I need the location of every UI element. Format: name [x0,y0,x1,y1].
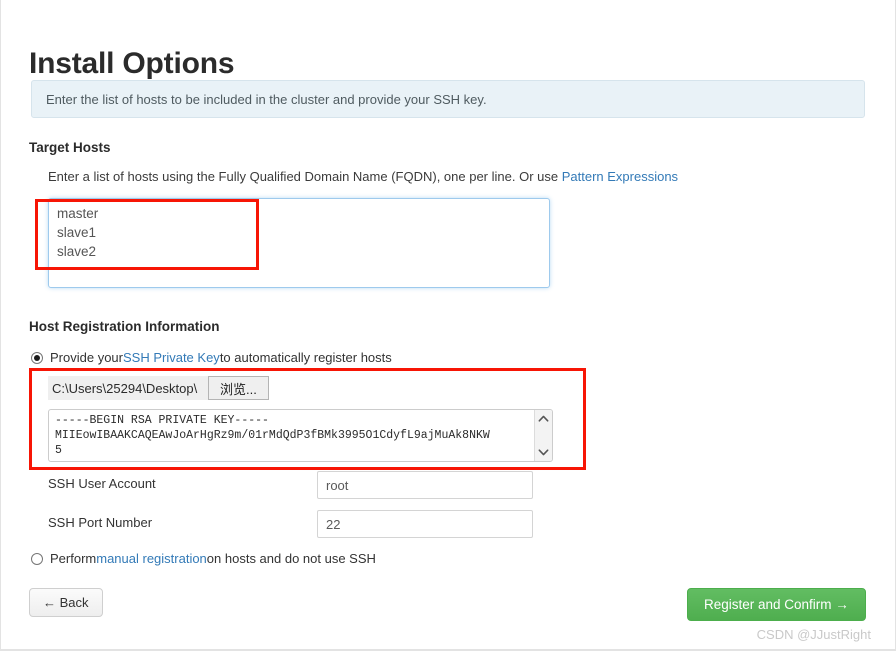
section-heading-host-registration: Host Registration Information [29,319,220,334]
ssh-option-text-after: to automatically register hosts [219,350,392,365]
radio-option-manual-registration[interactable]: Perform manual registration on hosts and… [31,551,376,566]
radio-option-ssh-private-key[interactable]: Provide your SSH Private Key to automati… [31,350,392,365]
page-title: Install Options [29,47,235,81]
install-options-page: Install Options Enter the list of hosts … [0,0,896,651]
manual-option-text-before: Perform [50,551,97,566]
ssh-private-key-link[interactable]: SSH Private Key [123,350,220,365]
footer-divider [1,649,895,650]
ssh-port-number-input[interactable] [317,510,533,538]
info-banner: Enter the list of hosts to be included i… [31,80,865,118]
pattern-expressions-link[interactable]: Pattern Expressions [562,169,678,184]
private-key-scrollbar[interactable] [534,410,552,461]
target-hosts-helper-text: Enter a list of hosts using the Fully Qu… [48,169,678,184]
label-ssh-user-account: SSH User Account [48,476,156,491]
back-button[interactable]: ← Back [29,588,103,617]
chevron-down-icon[interactable] [537,446,550,459]
section-heading-target-hosts: Target Hosts [29,140,111,155]
label-ssh-port-number: SSH Port Number [48,515,153,530]
watermark: CSDN @JJustRight [756,627,871,642]
private-key-input[interactable]: -----BEGIN RSA PRIVATE KEY----- MIIEowIB… [49,410,534,461]
info-banner-text: Enter the list of hosts to be included i… [46,91,487,107]
private-key-textarea-wrapper[interactable]: -----BEGIN RSA PRIVATE KEY----- MIIEowIB… [48,409,553,462]
ssh-user-account-input[interactable] [317,471,533,499]
browse-button[interactable]: 浏览... [208,376,269,400]
radio-manual-registration[interactable] [31,552,43,565]
target-hosts-input[interactable] [48,198,550,288]
radio-ssh-private-key[interactable] [31,351,43,364]
manual-option-text-after: on hosts and do not use SSH [206,551,376,566]
ssh-option-text-before: Provide your [50,350,123,365]
register-and-confirm-button[interactable]: Register and Confirm → [687,588,866,621]
private-key-file-chooser[interactable]: C:\Users\25294\Desktop\ 浏览... [48,376,269,400]
chevron-up-icon[interactable] [537,412,550,425]
helper-text-body: Enter a list of hosts using the Fully Qu… [48,169,562,184]
manual-registration-link[interactable]: manual registration [96,551,207,566]
private-key-file-path[interactable]: C:\Users\25294\Desktop\ [48,376,208,400]
